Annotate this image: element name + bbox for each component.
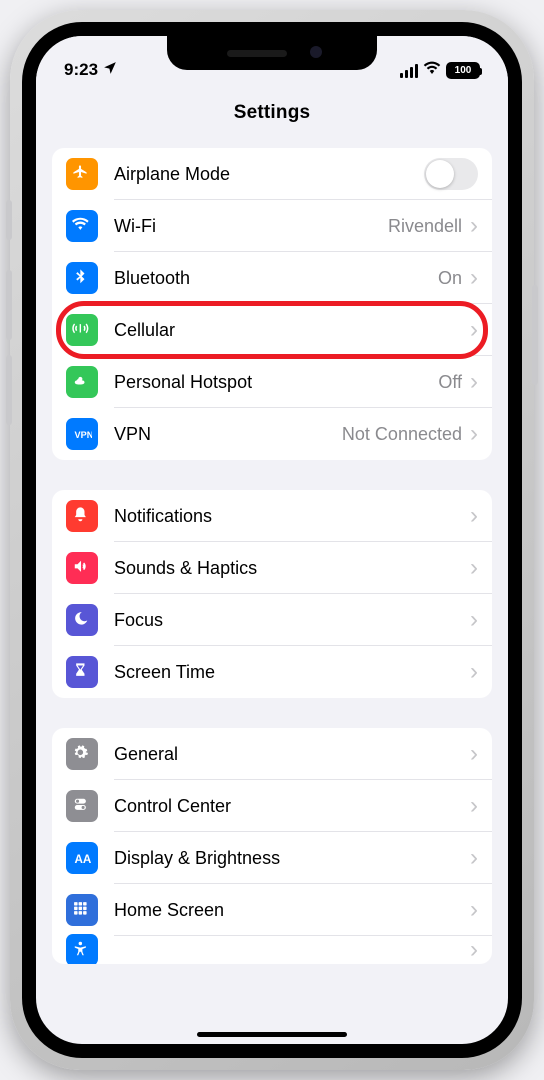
cellular-icon — [66, 314, 98, 346]
toggle-switch[interactable] — [424, 158, 478, 190]
row-label: Wi-Fi — [114, 216, 156, 237]
general-icon — [66, 738, 98, 770]
page-title: Settings — [36, 84, 508, 138]
controlcenter-icon — [66, 790, 98, 822]
chevron-right-icon: › — [470, 938, 478, 962]
hotspot-icon — [66, 366, 98, 398]
row-label: VPN — [114, 424, 151, 445]
settings-group: Notifications›Sounds & Haptics›Focus›Scr… — [52, 490, 492, 698]
svg-text:AA: AA — [75, 853, 92, 866]
screen: 9:23 100 Settings Airplane Mode Wi-Fi Rive… — [36, 36, 508, 1044]
chevron-right-icon: › — [470, 660, 478, 684]
chevron-right-icon: › — [470, 504, 478, 528]
notch — [167, 36, 377, 70]
settings-row-control-center[interactable]: Control Center › — [52, 780, 492, 832]
settings-row-general[interactable]: General › — [52, 728, 492, 780]
screentime-icon — [66, 656, 98, 688]
row-label: Personal Hotspot — [114, 372, 252, 393]
wifi-signal-icon — [423, 61, 441, 80]
location-icon — [103, 60, 117, 80]
mute-switch[interactable] — [6, 200, 12, 240]
settings-row-wi-fi[interactable]: Wi-Fi Rivendell › — [52, 200, 492, 252]
row-value: Not Connected — [342, 424, 462, 445]
chevron-right-icon: › — [470, 318, 478, 342]
settings-row-sounds-haptics[interactable]: Sounds & Haptics › — [52, 542, 492, 594]
settings-row-vpn[interactable]: VPN VPN Not Connected › — [52, 408, 492, 460]
chevron-right-icon: › — [470, 370, 478, 394]
settings-row-focus[interactable]: Focus › — [52, 594, 492, 646]
settings-row-airplane-mode[interactable]: Airplane Mode — [52, 148, 492, 200]
notifications-icon — [66, 500, 98, 532]
chevron-right-icon: › — [470, 556, 478, 580]
settings-row-screen-time[interactable]: Screen Time › — [52, 646, 492, 698]
volume-up-button[interactable] — [6, 270, 12, 340]
homescreen-icon — [66, 894, 98, 926]
settings-row-[interactable]: › — [52, 936, 492, 964]
settings-row-personal-hotspot[interactable]: Personal Hotspot Off › — [52, 356, 492, 408]
row-value: Off — [438, 372, 462, 393]
wifi-icon — [66, 210, 98, 242]
row-label: Control Center — [114, 796, 231, 817]
row-label: General — [114, 744, 178, 765]
row-label: Sounds & Haptics — [114, 558, 257, 579]
chevron-right-icon: › — [470, 794, 478, 818]
row-value: On — [438, 268, 462, 289]
home-indicator[interactable] — [197, 1032, 347, 1037]
battery-indicator: 100 — [446, 62, 480, 79]
display-icon: AA — [66, 842, 98, 874]
row-label: Cellular — [114, 320, 175, 341]
vpn-icon: VPN — [66, 418, 98, 450]
chevron-right-icon: › — [470, 742, 478, 766]
volume-down-button[interactable] — [6, 355, 12, 425]
chevron-right-icon: › — [470, 214, 478, 238]
svg-text:VPN: VPN — [75, 430, 93, 440]
settings-row-home-screen[interactable]: Home Screen › — [52, 884, 492, 936]
row-label: Home Screen — [114, 900, 224, 921]
row-label: Airplane Mode — [114, 164, 230, 185]
settings-row-notifications[interactable]: Notifications › — [52, 490, 492, 542]
status-time: 9:23 — [64, 60, 98, 80]
settings-row-cellular[interactable]: Cellular › — [52, 304, 492, 356]
sounds-icon — [66, 552, 98, 584]
accessibility-icon — [66, 934, 98, 964]
row-label: Screen Time — [114, 662, 215, 683]
row-label: Display & Brightness — [114, 848, 280, 869]
settings-list[interactable]: Airplane Mode Wi-Fi Rivendell › Bluetooth On ›… — [36, 138, 508, 1004]
row-label: Focus — [114, 610, 163, 631]
airplane-icon — [66, 158, 98, 190]
chevron-right-icon: › — [470, 422, 478, 446]
chevron-right-icon: › — [470, 608, 478, 632]
bluetooth-icon — [66, 262, 98, 294]
power-button[interactable] — [532, 285, 538, 385]
settings-row-display-brightness[interactable]: AA Display & Brightness › — [52, 832, 492, 884]
chevron-right-icon: › — [470, 846, 478, 870]
chevron-right-icon: › — [470, 266, 478, 290]
row-label: Bluetooth — [114, 268, 190, 289]
bezel: 9:23 100 Settings Airplane Mode Wi-Fi Rive… — [22, 22, 522, 1058]
settings-group: Airplane Mode Wi-Fi Rivendell › Bluetooth On ›… — [52, 148, 492, 460]
settings-row-bluetooth[interactable]: Bluetooth On › — [52, 252, 492, 304]
settings-group: General › Control Center › AA Display & Brigh… — [52, 728, 492, 964]
cellular-signal-icon — [400, 64, 418, 78]
chevron-right-icon: › — [470, 898, 478, 922]
device-frame: 9:23 100 Settings Airplane Mode Wi-Fi Rive… — [10, 10, 534, 1070]
focus-icon — [66, 604, 98, 636]
row-value: Rivendell — [388, 216, 462, 237]
row-label: Notifications — [114, 506, 212, 527]
